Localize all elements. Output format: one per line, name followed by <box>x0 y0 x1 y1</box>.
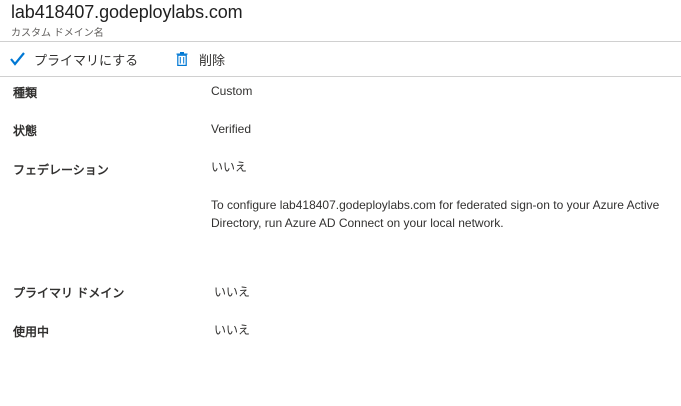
in-use-value: いいえ <box>214 323 251 337</box>
delete-label: 削除 <box>199 52 226 68</box>
type-value: Custom <box>211 84 253 98</box>
federation-value: いいえ <box>211 160 248 174</box>
federation-note: To configure lab418407.godeploylabs.com … <box>211 198 660 230</box>
in-use-label: 使用中 <box>13 325 50 339</box>
status-label: 状態 <box>13 124 38 138</box>
page-title: lab418407.godeploylabs.com <box>11 2 243 22</box>
delete-button[interactable]: 削除 <box>176 42 225 76</box>
blade-header: lab418407.godeploylabs.com カスタム ドメイン名 <box>0 0 681 42</box>
make-primary-button[interactable]: プライマリにする <box>9 42 138 76</box>
page-subtitle: カスタム ドメイン名 <box>11 28 104 39</box>
primary-domain-label: プライマリ ドメイン <box>13 286 125 300</box>
type-label: 種類 <box>13 86 38 100</box>
trash-icon <box>176 52 188 66</box>
status-value: Verified <box>211 122 252 136</box>
command-bar: プライマリにする 削除 <box>0 42 681 77</box>
federation-label: フェデレーション <box>13 163 109 177</box>
custom-domain-blade: lab418407.godeploylabs.com カスタム ドメイン名 プラ… <box>0 0 681 406</box>
checkmark-icon <box>9 51 25 67</box>
primary-domain-value: いいえ <box>214 285 251 299</box>
make-primary-label: プライマリにする <box>34 52 139 68</box>
